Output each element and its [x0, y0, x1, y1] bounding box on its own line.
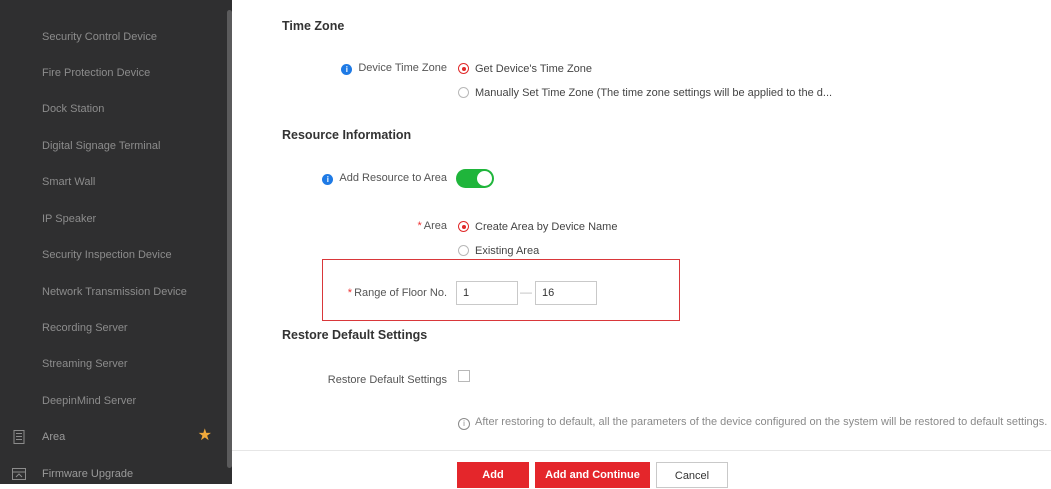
sidebar-item-label: Streaming Server — [42, 358, 128, 370]
restore-hint: i After restoring to default, all the par… — [458, 416, 1047, 430]
required-marker: * — [347, 287, 353, 299]
sidebar-item-label: Digital Signage Terminal — [42, 140, 161, 152]
sidebar-item-network-transmission-device[interactable]: Network Transmission Device — [0, 274, 224, 310]
sidebar-item-streaming-server[interactable]: Streaming Server — [0, 346, 224, 382]
section-title-restore-default-settings: Restore Default Settings — [282, 328, 428, 342]
radio-selected-icon[interactable] — [458, 63, 469, 74]
sidebar-item-label: Area — [42, 431, 66, 443]
footer-divider — [232, 450, 1051, 451]
restore-hint-text: After restoring to default, all the para… — [475, 416, 1048, 428]
firmware-upgrade-icon — [12, 468, 26, 480]
radio-label: Manually Set Time Zone (The time zone se… — [475, 87, 833, 99]
sidebar-item-recording-server[interactable]: Recording Server — [0, 310, 224, 346]
range-separator: — — [520, 285, 532, 299]
floor-from-input[interactable] — [456, 281, 518, 305]
add-resource-to-area-label-text: Add Resource to Area — [339, 172, 447, 184]
sidebar-item-smart-wall[interactable]: Smart Wall — [0, 164, 224, 200]
sidebar-item-label: Fire Protection Device — [42, 67, 151, 79]
section-title-time-zone: Time Zone — [282, 19, 345, 33]
sidebar-scrollbar[interactable] — [227, 10, 232, 468]
sidebar-item-digital-signage-terminal[interactable]: Digital Signage Terminal — [0, 128, 224, 164]
sidebar-item-deepinmind-server[interactable]: DeepinMind Server — [0, 383, 224, 419]
cancel-button[interactable]: Cancel — [656, 462, 728, 488]
sidebar-item-security-control-device[interactable]: Security Control Device — [0, 19, 224, 55]
sidebar-item-label: Security Control Device — [42, 31, 157, 43]
radio-manually-set-time-zone[interactable]: Manually Set Time Zone (The time zone se… — [458, 85, 832, 101]
sidebar-item-label: Firmware Upgrade — [42, 468, 134, 480]
info-outline-icon: i — [458, 418, 470, 430]
sidebar-item-dock-station[interactable]: Dock Station — [0, 91, 224, 127]
range-of-floor-label-text: Range of Floor No. — [354, 287, 447, 299]
sidebar-item-area[interactable]: Area ★ — [0, 419, 224, 455]
radio-get-device-time-zone[interactable]: Get Device's Time Zone — [458, 61, 592, 77]
required-marker: * — [417, 220, 422, 232]
device-time-zone-label-text: Device Time Zone — [358, 62, 447, 74]
radio-label: Get Device's Time Zone — [475, 63, 593, 75]
sidebar-item-label: Security Inspection Device — [42, 249, 172, 261]
range-of-floor-label: * Range of Floor No. — [348, 287, 447, 299]
sidebar-item-label: Smart Wall — [42, 176, 96, 188]
sidebar-item-security-inspection-device[interactable]: Security Inspection Device — [0, 237, 224, 273]
restore-default-settings-label: Restore Default Settings — [327, 374, 447, 386]
floor-to-input[interactable] — [535, 281, 597, 305]
add-and-continue-button[interactable]: Add and Continue — [535, 462, 650, 488]
radio-label: Existing Area — [475, 245, 540, 257]
area-label: * Area — [417, 220, 447, 232]
section-title-resource-information: Resource Information — [282, 128, 412, 142]
radio-selected-icon[interactable] — [458, 221, 469, 232]
radio-unselected-icon[interactable] — [458, 245, 469, 256]
add-resource-to-area-toggle[interactable] — [456, 169, 494, 188]
add-resource-to-area-label: i Add Resource to Area — [322, 172, 447, 185]
sidebar-item-ip-speaker[interactable]: IP Speaker — [0, 201, 224, 237]
restore-default-settings-checkbox[interactable] — [458, 370, 470, 382]
sidebar-item-label: DeepinMind Server — [42, 395, 137, 407]
sidebar-item-fire-protection-device[interactable]: Fire Protection Device — [0, 55, 224, 91]
device-time-zone-label: i Device Time Zone — [341, 62, 447, 75]
sidebar: Security Control Device Fire Protection … — [0, 0, 232, 484]
radio-unselected-icon[interactable] — [458, 87, 469, 98]
info-icon[interactable]: i — [341, 64, 353, 75]
sidebar-item-label: Network Transmission Device — [42, 286, 187, 298]
sidebar-item-label: Dock Station — [42, 103, 105, 115]
radio-create-area-by-device-name[interactable]: Create Area by Device Name — [458, 219, 617, 235]
sidebar-item-label: IP Speaker — [42, 213, 97, 225]
info-icon[interactable]: i — [322, 174, 334, 185]
add-button[interactable]: Add — [457, 462, 529, 488]
radio-existing-area[interactable]: Existing Area — [458, 243, 539, 259]
area-icon — [13, 430, 25, 444]
star-icon[interactable]: ★ — [198, 428, 212, 444]
sidebar-item-label: Recording Server — [42, 322, 128, 334]
area-label-text: Area — [423, 220, 447, 232]
radio-label: Create Area by Device Name — [475, 221, 618, 233]
sidebar-item-firmware-upgrade[interactable]: Firmware Upgrade — [0, 456, 224, 484]
